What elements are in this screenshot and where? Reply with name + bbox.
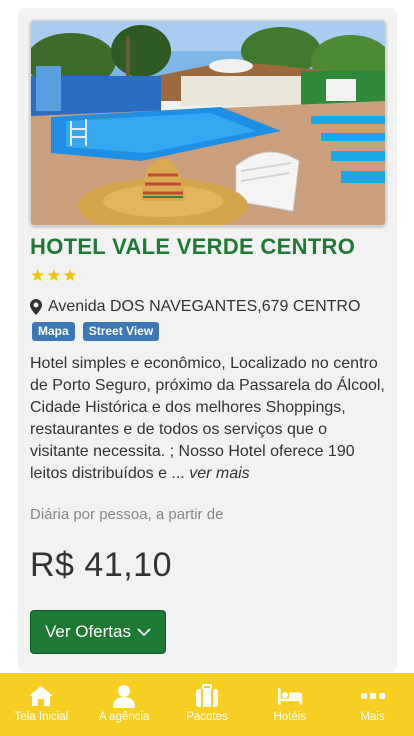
home-icon [29, 686, 54, 706]
view-offers-label: Ver Ofertas [45, 622, 131, 641]
hotel-title[interactable]: HOTEL VALE VERDE CENTRO [30, 234, 390, 260]
read-more-link[interactable]: ver mais [189, 465, 249, 482]
pool-image [31, 21, 385, 225]
address-text: Avenida DOS NAVEGANTES,679 CENTRO [48, 298, 361, 315]
chevron-down-icon [137, 628, 151, 637]
tab-agency[interactable]: A agência [83, 673, 166, 736]
description-text: Hotel simples e econômico, Localizado no… [30, 355, 385, 482]
bottom-tab-bar: Tela Inicial A agência Pacotes Hotéis Ma… [0, 673, 414, 736]
map-button[interactable]: Mapa [32, 322, 75, 341]
hotel-photo[interactable] [30, 20, 386, 226]
suitcase-icon [195, 684, 218, 707]
hotel-card: HOTEL VALE VERDE CENTRO ★★★ Avenida DOS … [18, 8, 397, 672]
tab-hotels-label: Hotéis [273, 711, 307, 723]
view-offers-button[interactable]: Ver Ofertas [30, 610, 166, 654]
more-dots-icon [360, 693, 385, 699]
tab-packages[interactable]: Pacotes [166, 673, 249, 736]
bed-icon [277, 688, 302, 705]
tab-agency-label: A agência [98, 711, 150, 723]
price-note: Diária por pessoa, a partir de [30, 506, 224, 523]
tab-packages-label: Pacotes [186, 711, 228, 723]
location-tags: Mapa Street View [32, 322, 160, 341]
price-value: R$ 41,10 [30, 546, 172, 584]
hotel-address: Avenida DOS NAVEGANTES,679 CENTRO [30, 298, 360, 316]
user-icon [113, 685, 136, 708]
hotel-description: Hotel simples e econômico, Localizado no… [30, 353, 388, 485]
tab-more-label: Mais [360, 711, 385, 723]
street-view-button[interactable]: Street View [82, 322, 160, 341]
tab-more[interactable]: Mais [331, 673, 414, 736]
tab-home[interactable]: Tela Inicial [0, 673, 83, 736]
map-pin-icon [30, 299, 42, 315]
tab-home-label: Tela Inicial [14, 711, 69, 723]
star-rating: ★★★ [30, 266, 79, 285]
tab-hotels[interactable]: Hotéis [248, 673, 331, 736]
